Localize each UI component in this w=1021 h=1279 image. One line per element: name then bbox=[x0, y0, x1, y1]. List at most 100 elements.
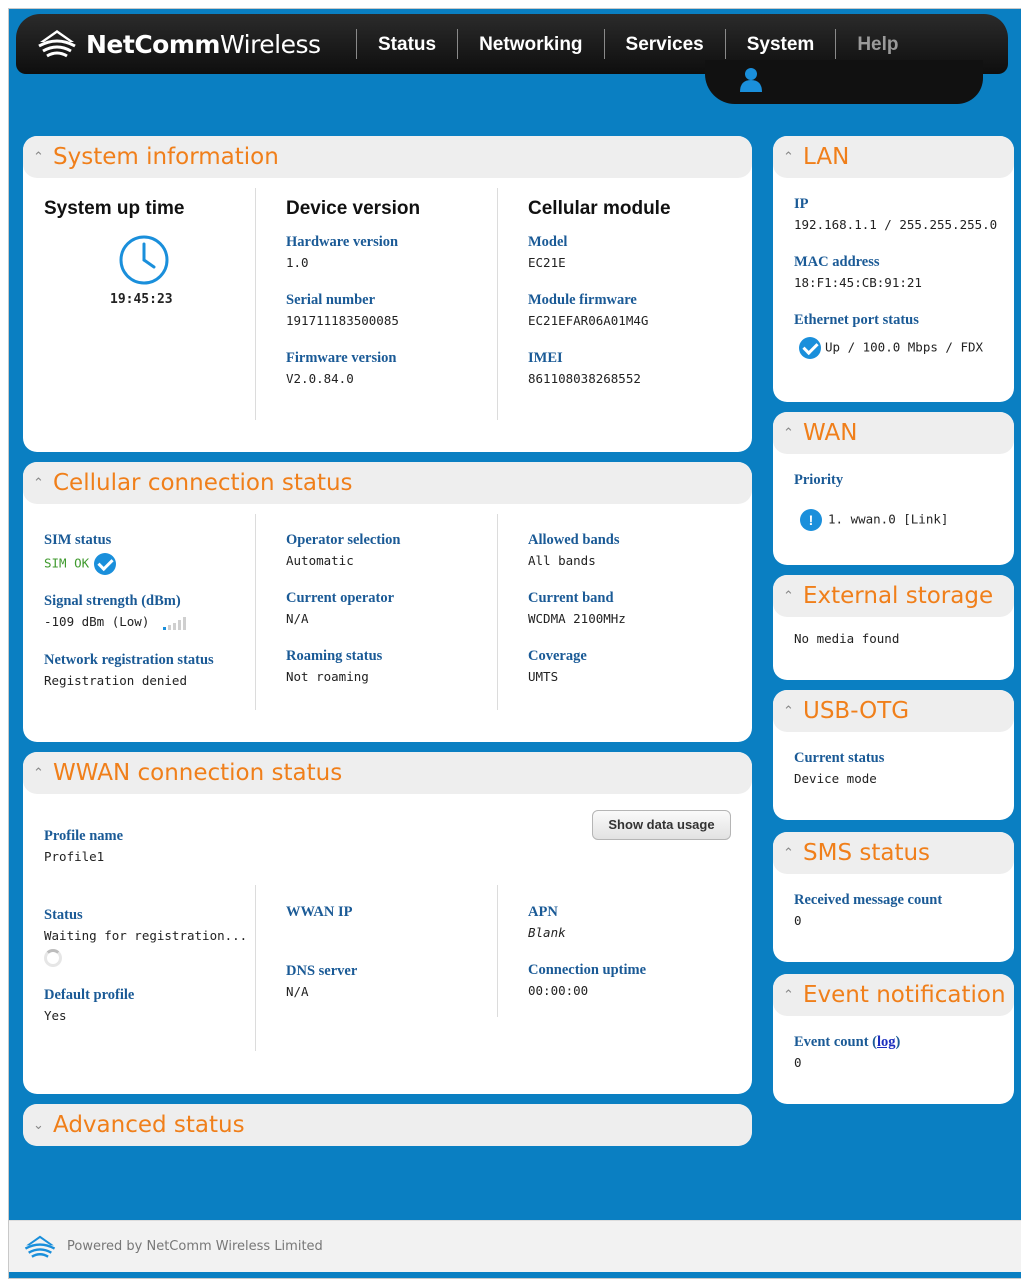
event-count-value: 0 bbox=[794, 1055, 802, 1070]
allowed-bands-value: All bands bbox=[528, 553, 596, 568]
storage-value: No media found bbox=[794, 631, 900, 646]
sms-status-header[interactable]: ⌃ SMS status bbox=[773, 832, 1014, 874]
sms-status-panel: ⌃ SMS status Received message count 0 bbox=[773, 832, 1014, 962]
event-notification-panel: ⌃ Event notification Event count (log) 0 bbox=[773, 974, 1014, 1104]
device-version-title: Device version bbox=[286, 198, 421, 219]
collapse-caret-icon: ⌃ bbox=[783, 149, 794, 165]
device-version-column: Device version Hardware version 1.0 Seri… bbox=[286, 198, 486, 408]
lan-header[interactable]: ⌃ LAN bbox=[773, 136, 1014, 178]
roaming-status-value: Not roaming bbox=[286, 669, 369, 684]
wan-panel: ⌃ WAN Priority ! 1. wwan.0 [Link] bbox=[773, 412, 1014, 565]
current-operator-value: N/A bbox=[286, 611, 309, 626]
signal-strength-value: -109 dBm (Low) bbox=[44, 614, 150, 629]
panel-title: Cellular connection status bbox=[53, 470, 353, 496]
usb-otg-header[interactable]: ⌃ USB-OTG bbox=[773, 690, 1014, 732]
sim-status-value: SIM OK bbox=[44, 555, 90, 571]
cellular-module-column: Cellular module Model EC21E Module firmw… bbox=[528, 198, 738, 408]
panel-title: Event notification bbox=[803, 982, 1006, 1008]
firmware-version-label: Firmware version bbox=[286, 350, 397, 366]
wwan-status-header[interactable]: ⌃ WWAN connection status bbox=[23, 752, 752, 794]
priority-value: 1. wwan.0 [Link] bbox=[828, 511, 949, 527]
advanced-status-header[interactable]: ⌄ Advanced status bbox=[23, 1104, 752, 1146]
firmware-version-value: V2.0.84.0 bbox=[286, 371, 354, 386]
collapse-caret-icon: ⌃ bbox=[33, 475, 44, 491]
lan-details: IP 192.168.1.1 / 255.255.255.0 MAC addre… bbox=[794, 196, 997, 381]
column-divider bbox=[497, 188, 498, 420]
external-storage-header[interactable]: ⌃ External storage bbox=[773, 575, 1014, 617]
coverage-label: Coverage bbox=[528, 648, 587, 664]
current-operator-label: Current operator bbox=[286, 590, 395, 606]
nav-status[interactable]: Status bbox=[356, 29, 457, 59]
wireless-logo-icon bbox=[38, 30, 76, 58]
default-profile-label: Default profile bbox=[44, 987, 135, 1003]
current-band-value: WCDMA 2100MHz bbox=[528, 611, 626, 626]
nav-services[interactable]: Services bbox=[603, 29, 725, 59]
nav-help[interactable]: Help bbox=[835, 29, 919, 59]
cellular-col-2: Operator selection Automatic Current ope… bbox=[286, 532, 486, 706]
brand-logo[interactable]: NetCommWireless bbox=[36, 28, 321, 60]
wan-details: Priority ! 1. wwan.0 [Link] bbox=[794, 472, 948, 553]
collapse-caret-icon: ⌃ bbox=[783, 845, 794, 861]
hardware-version-label: Hardware version bbox=[286, 234, 399, 250]
panel-title: WAN bbox=[803, 420, 858, 446]
collapse-caret-icon: ⌃ bbox=[783, 588, 794, 604]
received-count-label: Received message count bbox=[794, 892, 943, 908]
apn-value: Blank bbox=[528, 925, 566, 940]
sim-status-row: SIM OK bbox=[44, 553, 254, 575]
wwan-status-label: Status bbox=[44, 907, 83, 923]
uptime-value: 19:45:23 bbox=[110, 292, 173, 307]
cellular-col-3: Allowed bands All bands Current band WCD… bbox=[528, 532, 738, 706]
event-log-link[interactable]: log bbox=[877, 1034, 896, 1050]
coverage-value: UMTS bbox=[528, 669, 559, 684]
brand-name: NetCommWireless bbox=[86, 29, 321, 59]
dns-server-label: DNS server bbox=[286, 963, 358, 979]
column-divider bbox=[497, 514, 498, 710]
event-details: Event count (log) 0 bbox=[794, 1034, 900, 1092]
model-value: EC21E bbox=[528, 255, 566, 270]
module-firmware-label: Module firmware bbox=[528, 292, 637, 308]
profile-name-value: Profile1 bbox=[44, 849, 105, 864]
system-information-header[interactable]: ⌃ System information bbox=[23, 136, 752, 178]
nav-system[interactable]: System bbox=[724, 29, 836, 59]
lan-panel: ⌃ LAN IP 192.168.1.1 / 255.255.255.0 MAC… bbox=[773, 136, 1014, 402]
panel-title: External storage bbox=[803, 583, 994, 609]
uptime-title: System up time bbox=[44, 198, 185, 219]
usb-otg-details: Current status Device mode bbox=[794, 750, 884, 808]
panel-title: WWAN connection status bbox=[53, 760, 343, 786]
mac-address-value: 18:F1:45:CB:91:21 bbox=[794, 275, 922, 290]
usb-current-status-value: Device mode bbox=[794, 771, 877, 786]
operator-selection-value: Automatic bbox=[286, 553, 354, 568]
wwan-col-3: APN Blank Connection uptime 00:00:00 bbox=[528, 904, 738, 1020]
signal-bars-icon bbox=[162, 616, 186, 630]
imei-label: IMEI bbox=[528, 350, 563, 366]
cellular-status-header[interactable]: ⌃ Cellular connection status bbox=[23, 462, 752, 504]
check-icon bbox=[94, 553, 117, 575]
collapse-caret-icon: ⌃ bbox=[783, 987, 794, 1003]
panel-title: System information bbox=[53, 144, 279, 170]
wan-header[interactable]: ⌃ WAN bbox=[773, 412, 1014, 454]
panel-title: Advanced status bbox=[53, 1112, 245, 1138]
expand-caret-icon: ⌄ bbox=[33, 1117, 44, 1133]
event-notification-header[interactable]: ⌃ Event notification bbox=[773, 974, 1014, 1016]
nav-networking[interactable]: Networking bbox=[457, 29, 603, 59]
loading-spinner-icon bbox=[44, 949, 62, 967]
mac-address-label: MAC address bbox=[794, 254, 880, 270]
user-icon[interactable] bbox=[738, 66, 764, 92]
show-data-usage-button[interactable]: Show data usage bbox=[592, 810, 731, 840]
hardware-version-value: 1.0 bbox=[286, 255, 309, 270]
system-information-panel: ⌃ System information System up time 19:4… bbox=[23, 136, 752, 452]
external-storage-panel: ⌃ External storage No media found bbox=[773, 575, 1014, 680]
sms-details: Received message count 0 bbox=[794, 892, 942, 950]
profile-name-label: Profile name bbox=[44, 828, 124, 844]
ethernet-port-label: Ethernet port status bbox=[794, 312, 919, 328]
priority-row: ! 1. wwan.0 [Link] bbox=[794, 509, 948, 531]
default-profile-value: Yes bbox=[44, 1008, 67, 1023]
wireless-logo-icon bbox=[24, 1235, 56, 1258]
model-label: Model bbox=[528, 234, 568, 250]
column-divider bbox=[255, 188, 256, 420]
uptime-column: System up time 19:45:23 bbox=[44, 198, 244, 307]
advanced-status-panel: ⌄ Advanced status bbox=[23, 1104, 752, 1146]
main-nav: Status Networking Services System Help bbox=[356, 29, 920, 59]
collapse-caret-icon: ⌃ bbox=[33, 149, 44, 165]
column-divider bbox=[255, 885, 256, 1051]
